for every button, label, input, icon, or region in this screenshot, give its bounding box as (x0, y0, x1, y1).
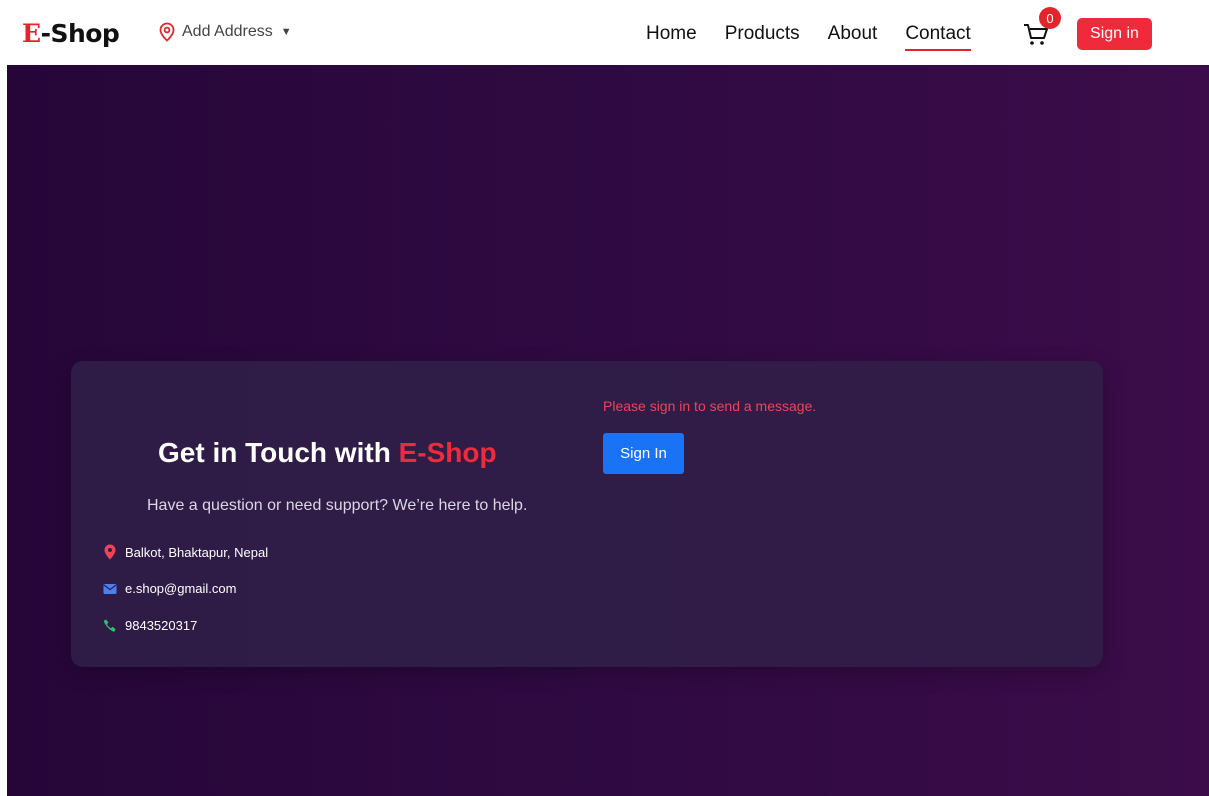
add-address-label: Add Address (182, 23, 273, 40)
contact-address-text: Balkot, Bhaktapur, Nepal (125, 544, 269, 560)
map-pin-icon (158, 22, 176, 42)
brand-logo-text: -Shop (40, 19, 120, 48)
cart-count-badge: 0 (1039, 7, 1061, 29)
contact-email-row: e.shop@gmail.com (103, 581, 236, 596)
map-marker-icon (103, 544, 117, 560)
nav-links: Home Products About Contact (646, 22, 999, 51)
brand-logo-e: E (22, 19, 41, 48)
contact-title: Get in Touch with E-Shop (158, 437, 497, 469)
envelope-icon (103, 583, 117, 595)
sign-in-warning: Please sign in to send a message. (603, 398, 817, 414)
navbar: E-Shop Add Address ▼ Home Products About… (0, 0, 1209, 65)
contact-phone-text[interactable]: 9843520317 (125, 618, 197, 633)
brand-logo[interactable]: E-Shop (22, 17, 120, 51)
phone-icon (103, 619, 117, 633)
nav-link-home[interactable]: Home (646, 22, 697, 46)
contact-title-brand: E-Shop (398, 437, 497, 468)
nav-link-about[interactable]: About (828, 22, 878, 46)
sign-in-button[interactable]: Sign in (1077, 18, 1152, 50)
caret-down-icon: ▼ (280, 26, 292, 38)
add-address-dropdown[interactable]: Add Address ▼ (158, 22, 292, 42)
contact-address-row: Balkot, Bhaktapur, Nepal (103, 544, 268, 560)
nav-link-contact[interactable]: Contact (905, 22, 972, 51)
contact-title-prefix: Get in Touch with (158, 437, 399, 468)
contact-phone-row: 9843520317 (103, 618, 197, 633)
contact-email-text[interactable]: e.shop@gmail.com (125, 581, 236, 596)
contact-subtitle: Have a question or need support? We’re h… (147, 497, 528, 514)
card-sign-in-button[interactable]: Sign In (603, 433, 684, 474)
nav-link-products[interactable]: Products (725, 22, 800, 46)
